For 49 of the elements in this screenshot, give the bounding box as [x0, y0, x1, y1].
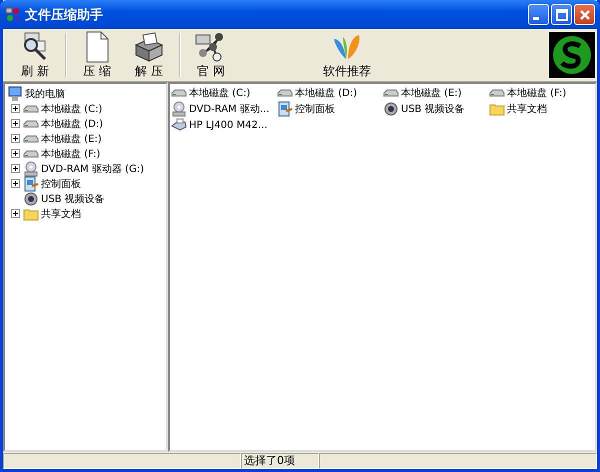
tree-item[interactable]: 我的电脑 — [25, 86, 65, 100]
refresh-button[interactable]: 刷 新 — [15, 30, 55, 80]
box-icon — [133, 30, 165, 62]
close-button[interactable] — [574, 4, 595, 25]
list-item[interactable]: 共享文档 — [507, 102, 547, 116]
expand-toggle[interactable] — [11, 179, 20, 188]
camera-icon — [23, 190, 39, 206]
list-item[interactable]: HP LJ400 M42... — [189, 120, 268, 130]
list-item[interactable]: 本地磁盘 (F:) — [507, 86, 566, 100]
list-item[interactable]: 本地磁盘 (D:) — [295, 86, 358, 100]
tree-item[interactable]: 本地磁盘 (D:) — [41, 116, 104, 130]
website-button[interactable]: 官 网 — [191, 30, 231, 80]
compress-button[interactable]: 压 缩 — [77, 30, 117, 80]
computer-icon — [7, 86, 23, 102]
logo-icon — [549, 32, 595, 78]
disc-drive-icon — [23, 160, 39, 176]
expand-toggle[interactable] — [11, 209, 20, 218]
expand-toggle[interactable] — [11, 134, 20, 143]
tree-item[interactable]: USB 视频设备 — [41, 192, 105, 206]
list-item[interactable]: 控制面板 — [295, 102, 335, 116]
tree-item[interactable]: 本地磁盘 (F:) — [41, 146, 100, 160]
list-item[interactable]: 本地磁盘 (E:) — [401, 86, 462, 100]
list-item[interactable]: USB 视频设备 — [401, 102, 465, 116]
status-text: 选择了0项 — [241, 453, 319, 469]
printer-icon — [171, 117, 187, 133]
control-panel-icon — [23, 176, 39, 192]
tree-item[interactable]: 本地磁盘 (C:) — [41, 102, 102, 116]
control-panel-icon — [277, 101, 293, 117]
disc-drive-icon — [171, 101, 187, 117]
maximize-button[interactable] — [551, 4, 572, 25]
expand-toggle[interactable] — [11, 119, 20, 128]
app-icon — [5, 6, 21, 22]
tree-item[interactable]: 共享文档 — [41, 206, 81, 220]
expand-toggle[interactable] — [11, 149, 20, 158]
expand-toggle[interactable] — [11, 104, 20, 113]
maximize-icon — [556, 8, 568, 20]
camera-icon — [383, 101, 399, 117]
recommend-button[interactable]: 软件推荐 — [315, 30, 379, 80]
list-item[interactable]: DVD-RAM 驱动... — [189, 102, 270, 116]
extract-button[interactable]: 解 压 — [129, 30, 169, 80]
window-title: 文件压缩助手 — [25, 6, 104, 24]
tree-item[interactable]: 控制面板 — [41, 176, 81, 190]
tree-item[interactable]: 本地磁盘 (E:) — [41, 132, 102, 146]
tree-item[interactable]: DVD-RAM 驱动器 (G:) — [41, 162, 144, 176]
expand-toggle[interactable] — [11, 164, 20, 173]
close-icon — [578, 8, 590, 20]
minimize-button[interactable] — [528, 4, 549, 25]
minimize-icon — [533, 16, 539, 20]
list-item[interactable]: 本地磁盘 (C:) — [189, 86, 250, 100]
